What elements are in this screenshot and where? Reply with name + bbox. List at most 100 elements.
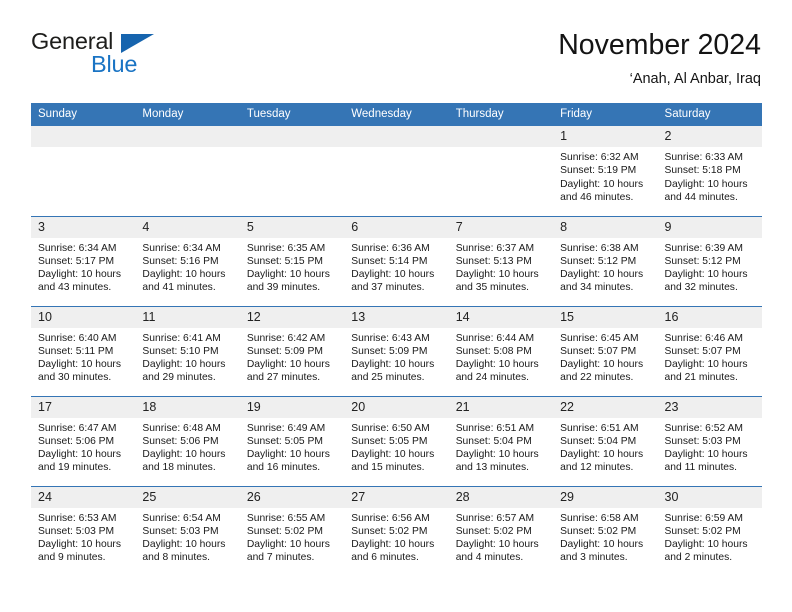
sunset-text: Sunset: 5:12 PM	[664, 255, 741, 267]
daylight-text-line1: Daylight: 10 hours	[560, 269, 644, 281]
daylight-text-line1: Daylight: 10 hours	[246, 359, 330, 371]
calendar-day-cell[interactable]: 12 Sunrise: 6:42 AM Sunset: 5:09 PM Dayligh…	[239, 305, 345, 396]
calendar-day-cell[interactable]: 9 Sunrise: 6:39 AM Sunset: 5:12 PM Daylight…	[657, 215, 762, 306]
daylight-text-line2: and 13 minutes.	[455, 462, 529, 474]
day-number	[239, 126, 345, 147]
daylight-text-line2: and 41 minutes.	[142, 282, 216, 294]
brand-logo[interactable]: General Blue	[31, 28, 251, 86]
daylight-text-line2: and 15 minutes.	[351, 462, 425, 474]
day-number: 26	[239, 486, 345, 508]
calendar-day-cell[interactable]: 28 Sunrise: 6:57 AM Sunset: 5:02 PM Dayligh…	[448, 485, 554, 576]
daylight-text-line2: and 34 minutes.	[560, 282, 634, 294]
calendar-day-cell[interactable]: 5 Sunrise: 6:35 AM Sunset: 5:15 PM Daylight…	[239, 215, 345, 306]
day-number: 10	[31, 306, 136, 328]
calendar-day-cell[interactable]: 18 Sunrise: 6:48 AM Sunset: 5:06 PM Dayligh…	[135, 395, 240, 486]
calendar-day-cell[interactable]: 6 Sunrise: 6:36 AM Sunset: 5:14 PM Daylight…	[344, 215, 449, 306]
sunrise-text: Sunrise: 6:32 AM	[560, 152, 639, 163]
calendar-day-cell[interactable]: 19 Sunrise: 6:49 AM Sunset: 5:05 PM Dayligh…	[239, 395, 345, 486]
calendar-day-cell[interactable]: 14 Sunrise: 6:44 AM Sunset: 5:08 PM Dayligh…	[448, 305, 554, 396]
calendar-day-cell[interactable]: 2 Sunrise: 6:33 AM Sunset: 5:18 PM Daylight…	[657, 126, 762, 216]
day-number: 29	[553, 486, 658, 508]
calendar-day-cell[interactable]: 29 Sunrise: 6:58 AM Sunset: 5:02 PM Dayligh…	[553, 485, 658, 576]
sunrise-text: Sunrise: 6:43 AM	[351, 332, 430, 344]
day-number: 17	[31, 396, 136, 418]
day-number: 11	[135, 306, 240, 328]
daylight-text-line2: and 19 minutes.	[38, 462, 112, 474]
day-number: 27	[344, 486, 449, 508]
calendar-day-cell[interactable]: 3 Sunrise: 6:34 AM Sunset: 5:17 PM Daylight…	[31, 215, 136, 306]
calendar-day-cell[interactable]: 1 Sunrise: 6:32 AM Sunset: 5:19 PM Daylight…	[553, 126, 658, 216]
calendar-week-row: 24 Sunrise: 6:53 AM Sunset: 5:03 PM Dayligh…	[31, 485, 762, 576]
calendar-day-cell[interactable]: 21 Sunrise: 6:51 AM Sunset: 5:04 PM Dayligh…	[448, 395, 554, 486]
sunset-text: Sunset: 5:06 PM	[38, 435, 115, 447]
day-number: 14	[448, 306, 554, 328]
daylight-text-line2: and 12 minutes.	[560, 462, 634, 474]
calendar-day-cell[interactable]: 22 Sunrise: 6:51 AM Sunset: 5:04 PM Dayligh…	[553, 395, 658, 486]
daylight-text-line1: Daylight: 10 hours	[560, 449, 644, 461]
weekday-header-saturday: Saturday	[657, 103, 762, 126]
calendar-body: 1 Sunrise: 6:32 AM Sunset: 5:19 PM Daylight…	[31, 126, 762, 576]
daylight-text-line1: Daylight: 10 hours	[38, 269, 121, 281]
brand-name-blue: Blue	[91, 51, 138, 77]
page-title: November 2024	[558, 29, 761, 61]
day-number	[135, 126, 240, 147]
day-details: Sunrise: 6:56 AM Sunset: 5:02 PM Daylight:…	[344, 508, 448, 565]
day-number: 28	[448, 486, 554, 508]
daylight-text-line1: Daylight: 10 hours	[351, 539, 435, 551]
day-details: Sunrise: 6:55 AM Sunset: 5:02 PM Daylight:…	[240, 508, 344, 565]
title-block: November 2024 ‘Anah, Al Anbar, Iraq	[558, 28, 761, 88]
daylight-text-line1: Daylight: 10 hours	[246, 449, 330, 461]
daylight-text-line1: Daylight: 10 hours	[142, 269, 226, 281]
day-details: Sunrise: 6:37 AM Sunset: 5:13 PM Daylight:…	[449, 238, 553, 295]
day-number: 21	[448, 396, 554, 418]
sunset-text: Sunset: 5:15 PM	[246, 255, 323, 267]
sunset-text: Sunset: 5:08 PM	[455, 345, 532, 357]
sunset-text: Sunset: 5:06 PM	[142, 435, 219, 447]
day-details: Sunrise: 6:48 AM Sunset: 5:06 PM Daylight:…	[135, 418, 239, 475]
calendar-header-row: Sunday Monday Tuesday Wednesday Thursday…	[31, 103, 762, 126]
daylight-text-line2: and 8 minutes.	[142, 552, 210, 564]
calendar-day-cell[interactable]: 25 Sunrise: 6:54 AM Sunset: 5:03 PM Dayligh…	[135, 485, 240, 576]
sunrise-text: Sunrise: 6:54 AM	[142, 512, 221, 524]
day-number: 12	[239, 306, 345, 328]
calendar-day-cell[interactable]: 26 Sunrise: 6:55 AM Sunset: 5:02 PM Dayligh…	[239, 485, 345, 576]
calendar-day-cell[interactable]: 30 Sunrise: 6:59 AM Sunset: 5:02 PM Dayligh…	[657, 485, 762, 576]
sunrise-text: Sunrise: 6:49 AM	[246, 422, 326, 434]
day-number: 7	[448, 216, 554, 238]
sunrise-text: Sunrise: 6:35 AM	[246, 242, 326, 254]
sunrise-text: Sunrise: 6:34 AM	[142, 242, 221, 254]
calendar-day-cell[interactable]: 8 Sunrise: 6:38 AM Sunset: 5:12 PM Daylight…	[553, 215, 658, 306]
sunset-text: Sunset: 5:18 PM	[664, 165, 741, 177]
calendar-day-cell-empty	[344, 126, 449, 216]
calendar-day-cell[interactable]: 13 Sunrise: 6:43 AM Sunset: 5:09 PM Dayligh…	[344, 305, 449, 396]
calendar-day-cell[interactable]: 23 Sunrise: 6:52 AM Sunset: 5:03 PM Dayligh…	[657, 395, 762, 486]
calendar-day-cell[interactable]: 11 Sunrise: 6:41 AM Sunset: 5:10 PM Dayligh…	[135, 305, 240, 396]
daylight-text-line2: and 3 minutes.	[560, 552, 628, 564]
day-number: 30	[657, 486, 762, 508]
daylight-text-line1: Daylight: 10 hours	[246, 269, 330, 281]
calendar-day-cell[interactable]: 15 Sunrise: 6:45 AM Sunset: 5:07 PM Dayligh…	[553, 305, 658, 396]
sunset-text: Sunset: 5:09 PM	[351, 345, 428, 357]
day-number: 3	[31, 216, 136, 238]
calendar-day-cell[interactable]: 4 Sunrise: 6:34 AM Sunset: 5:16 PM Daylight…	[135, 215, 240, 306]
daylight-text-line1: Daylight: 10 hours	[560, 178, 644, 190]
calendar-day-cell[interactable]: 7 Sunrise: 6:37 AM Sunset: 5:13 PM Daylight…	[448, 215, 554, 306]
daylight-text-line1: Daylight: 10 hours	[664, 359, 748, 371]
daylight-text-line1: Daylight: 10 hours	[664, 449, 748, 461]
sunrise-text: Sunrise: 6:33 AM	[664, 152, 743, 163]
day-number	[448, 126, 554, 147]
calendar-day-cell[interactable]: 16 Sunrise: 6:46 AM Sunset: 5:07 PM Dayligh…	[657, 305, 762, 396]
day-details: Sunrise: 6:46 AM Sunset: 5:07 PM Daylight:…	[658, 328, 762, 385]
calendar-day-cell[interactable]: 20 Sunrise: 6:50 AM Sunset: 5:05 PM Dayligh…	[344, 395, 449, 486]
calendar-day-cell[interactable]: 17 Sunrise: 6:47 AM Sunset: 5:06 PM Dayligh…	[31, 395, 136, 486]
day-details: Sunrise: 6:41 AM Sunset: 5:10 PM Daylight:…	[135, 328, 239, 385]
sunset-text: Sunset: 5:03 PM	[664, 435, 741, 447]
calendar-day-cell[interactable]: 24 Sunrise: 6:53 AM Sunset: 5:03 PM Dayligh…	[31, 485, 136, 576]
day-details: Sunrise: 6:52 AM Sunset: 5:03 PM Daylight:…	[658, 418, 762, 475]
calendar-day-cell[interactable]: 10 Sunrise: 6:40 AM Sunset: 5:11 PM Dayligh…	[31, 305, 136, 396]
calendar-day-cell[interactable]: 27 Sunrise: 6:56 AM Sunset: 5:02 PM Dayligh…	[344, 485, 449, 576]
sunrise-text: Sunrise: 6:46 AM	[664, 332, 743, 344]
sunset-text: Sunset: 5:02 PM	[246, 525, 323, 537]
day-details: Sunrise: 6:58 AM Sunset: 5:02 PM Daylight:…	[553, 508, 657, 565]
sunrise-text: Sunrise: 6:41 AM	[142, 332, 221, 344]
